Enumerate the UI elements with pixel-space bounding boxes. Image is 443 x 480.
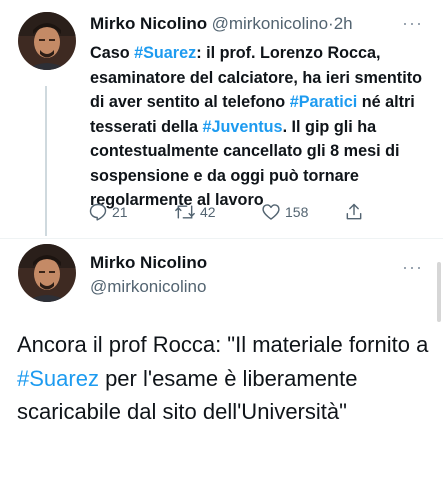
tweet-actions: 21 42 158 xyxy=(88,202,378,224)
reply-header: Mirko Nicolino @mirkonicolino xyxy=(90,253,207,297)
tweet-text: Caso #Suarez: il prof. Lorenzo Rocca, es… xyxy=(90,41,440,213)
like-button[interactable]: 158 xyxy=(261,202,308,222)
more-icon[interactable]: ··· xyxy=(402,14,423,32)
retweet-count: 42 xyxy=(200,204,216,220)
tweet-time[interactable]: 2h xyxy=(334,14,353,33)
like-icon xyxy=(262,204,280,220)
retweet-button[interactable]: 42 xyxy=(174,202,216,222)
reply-count: 21 xyxy=(112,204,128,220)
like-count: 158 xyxy=(285,204,309,220)
tweet[interactable]: Mirko Nicolino @mirkonicolino·2h ··· Cas… xyxy=(0,0,443,240)
more-icon[interactable]: ··· xyxy=(402,258,423,276)
author-handle[interactable]: @mirkonicolino xyxy=(90,277,207,297)
share-icon xyxy=(346,203,362,220)
hashtag-link[interactable]: #Suarez xyxy=(134,44,196,62)
text-segment: Ancora il prof Rocca: "Il materiale forn… xyxy=(17,332,429,357)
thread-line xyxy=(45,86,47,236)
hashtag-link[interactable]: #Paratici xyxy=(290,93,358,111)
hashtag-link[interactable]: #Juventus xyxy=(202,118,282,136)
scrollbar[interactable] xyxy=(437,262,441,322)
divider xyxy=(0,238,443,239)
share-button[interactable] xyxy=(344,202,368,222)
text-segment: Caso xyxy=(90,44,135,62)
retweet-icon xyxy=(175,205,195,219)
reply-icon xyxy=(89,203,107,221)
avatar[interactable] xyxy=(18,244,76,302)
author-name[interactable]: Mirko Nicolino xyxy=(90,253,207,272)
avatar[interactable] xyxy=(18,12,76,70)
reply-text: Ancora il prof Rocca: "Il materiale forn… xyxy=(17,328,437,429)
author-name[interactable]: Mirko Nicolino xyxy=(90,14,207,33)
hashtag-link[interactable]: #Suarez xyxy=(17,366,99,391)
tweet-header: Mirko Nicolino @mirkonicolino·2h xyxy=(90,14,353,34)
author-handle[interactable]: @mirkonicolino xyxy=(212,14,328,33)
reply-button[interactable]: 21 xyxy=(88,202,128,222)
